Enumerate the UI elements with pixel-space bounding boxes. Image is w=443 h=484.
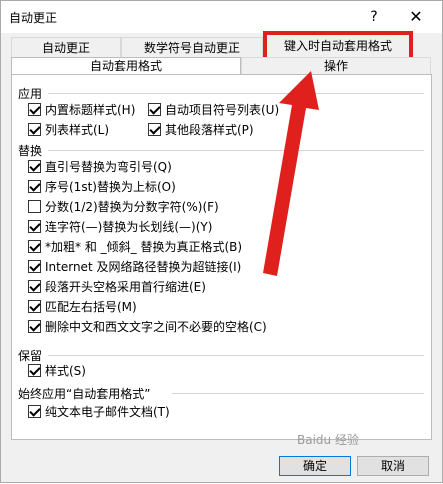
- watermark-text: Baidu 经验: [297, 433, 359, 447]
- checkbox[interactable]: [28, 363, 41, 377]
- checkbox[interactable]: [28, 239, 41, 253]
- option-label: 直引号替换为弯引号(Q): [45, 159, 172, 174]
- checkbox[interactable]: [148, 102, 161, 116]
- option-builtin-heading-styles[interactable]: 内置标题样式(H): [28, 101, 135, 117]
- option-label: 连字符(—)替换为长划线(—)(Y): [45, 219, 213, 234]
- checkbox[interactable]: [28, 279, 41, 293]
- option-label: 序号(1st)替换为上标(O): [45, 179, 176, 194]
- option-match-parentheses[interactable]: 匹配左右括号(M): [28, 298, 137, 314]
- checkbox[interactable]: [28, 102, 41, 116]
- section-divider: [172, 393, 424, 394]
- option-label: 删除中文和西文文字之间不必要的空格(C): [45, 319, 267, 334]
- close-button[interactable]: ✕: [405, 6, 427, 28]
- checkbox[interactable]: [28, 179, 41, 193]
- options-panel: 应用 内置标题样式(H) 自动项目符号列表(U) 列表样式(L) 其他段落样式(…: [11, 74, 432, 440]
- option-remove-extra-spaces[interactable]: 删除中文和西文文字之间不必要的空格(C): [28, 318, 267, 334]
- option-label: *加粗* 和 _倾斜_ 替换为真正格式(B): [45, 239, 243, 254]
- section-title-always-apply: 始终应用“自动套用格式”: [18, 387, 151, 401]
- section-divider: [48, 93, 424, 94]
- section-divider: [48, 355, 424, 356]
- section-divider: [48, 150, 424, 151]
- checkbox[interactable]: [28, 259, 41, 273]
- option-label: 其他段落样式(P): [165, 122, 254, 137]
- checkbox[interactable]: [28, 159, 41, 173]
- option-label: 样式(S): [45, 363, 86, 378]
- option-label: 段落开头空格采用首行缩进(E): [45, 279, 206, 294]
- option-label: 分数(1/2)替换为分数字符(%)(F): [45, 199, 219, 214]
- checkbox[interactable]: [28, 199, 41, 213]
- option-first-line-indent[interactable]: 段落开头空格采用首行缩进(E): [28, 278, 206, 294]
- tab-autocorrect[interactable]: 自动更正: [11, 37, 121, 59]
- option-label: 列表样式(L): [45, 122, 110, 137]
- autocorrect-dialog: 自动更正 ? ✕ 自动更正 数学符号自动更正 键入时自动套用格式 自动套用格式 …: [0, 0, 443, 483]
- ok-button[interactable]: 确定: [279, 456, 351, 476]
- option-ordinals-superscript[interactable]: 序号(1st)替换为上标(O): [28, 178, 176, 194]
- window-title: 自动更正: [9, 11, 58, 25]
- tab-actions[interactable]: 操作: [241, 57, 431, 75]
- checkbox[interactable]: [28, 299, 41, 313]
- option-label: Internet 及网络路径替换为超链接(I): [45, 259, 242, 274]
- checkbox[interactable]: [148, 122, 161, 136]
- section-title-replace: 替换: [18, 144, 43, 158]
- help-button[interactable]: ?: [363, 6, 385, 28]
- option-label: 自动项目符号列表(U): [165, 102, 280, 117]
- option-fraction-characters[interactable]: 分数(1/2)替换为分数字符(%)(F): [28, 198, 219, 214]
- option-auto-bulleted-lists[interactable]: 自动项目符号列表(U): [148, 101, 279, 117]
- option-hyphens-dashes[interactable]: 连字符(—)替换为长划线(—)(Y): [28, 218, 212, 234]
- option-plain-text-email[interactable]: 纯文本电子邮件文档(T): [28, 403, 170, 419]
- checkbox[interactable]: [28, 219, 41, 233]
- title-bar: 自动更正 ? ✕: [1, 1, 442, 33]
- checkbox[interactable]: [28, 319, 41, 333]
- tab-math-autocorrect[interactable]: 数学符号自动更正: [121, 37, 263, 59]
- checkbox[interactable]: [28, 404, 41, 418]
- option-smart-quotes[interactable]: 直引号替换为弯引号(Q): [28, 158, 172, 174]
- option-list-styles[interactable]: 列表样式(L): [28, 121, 109, 137]
- option-bold-italic-formatting[interactable]: *加粗* 和 _倾斜_ 替换为真正格式(B): [28, 238, 242, 254]
- option-internet-hyperlinks[interactable]: Internet 及网络路径替换为超链接(I): [28, 258, 241, 274]
- tab-autoformat[interactable]: 自动套用格式: [11, 57, 241, 75]
- section-title-apply: 应用: [18, 87, 43, 101]
- option-label: 内置标题样式(H): [45, 102, 136, 117]
- option-label: 纯文本电子邮件文档(T): [45, 404, 170, 419]
- option-label: 匹配左右括号(M): [45, 299, 137, 314]
- option-preserve-styles[interactable]: 样式(S): [28, 362, 86, 378]
- cancel-button[interactable]: 取消: [357, 456, 429, 476]
- option-other-paragraph-styles[interactable]: 其他段落样式(P): [148, 121, 254, 137]
- checkbox[interactable]: [28, 122, 41, 136]
